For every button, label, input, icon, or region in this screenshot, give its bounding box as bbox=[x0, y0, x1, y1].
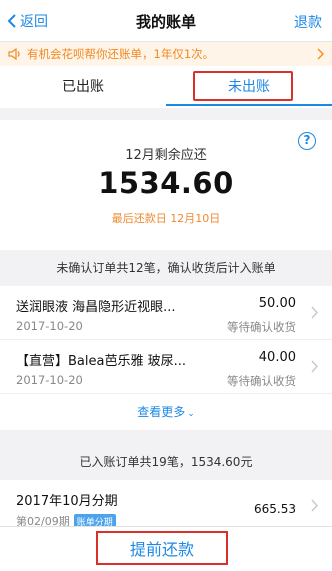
tab-billed-label: 已出账 bbox=[62, 79, 104, 95]
item-date: 2017-10-20 bbox=[16, 373, 83, 387]
active-tab-indicator bbox=[166, 104, 332, 106]
pending-order-list: 送润眼液 海昌隐形近视眼... 2017-10-20 50.00 等待确认收货 … bbox=[0, 286, 332, 430]
item-amount: 40.00 bbox=[258, 350, 296, 365]
bill-tabs: 已出账 未出账 bbox=[0, 66, 332, 108]
installment-amount: 665.53 bbox=[254, 502, 296, 516]
tab-unbilled[interactable]: 未出账 bbox=[166, 66, 332, 108]
chevron-right-icon bbox=[311, 499, 318, 512]
item-name: 送润眼液 海昌隐形近视眼... bbox=[16, 300, 176, 315]
view-more-link[interactable]: 查看更多 ⌄ bbox=[0, 394, 332, 430]
item-date: 2017-10-20 bbox=[16, 319, 83, 333]
list-item[interactable]: 【直营】Balea芭乐雅 玻尿... 2017-10-20 40.00 等待确认… bbox=[0, 340, 332, 394]
due-date: 最后还款日 12月10日 bbox=[111, 212, 221, 225]
tab-billed[interactable]: 已出账 bbox=[0, 66, 166, 108]
page-title: 我的账单 bbox=[135, 13, 196, 31]
item-status: 等待确认收货 bbox=[227, 320, 296, 334]
summary-card: ? 12月剩余应还 1534.60 最后还款日 12月10日 bbox=[0, 120, 332, 250]
pending-section-header: 未确认订单共12笔，确认收货后计入账单 bbox=[0, 250, 332, 286]
view-more-label: 查看更多 bbox=[137, 405, 186, 419]
installment-item[interactable]: 2017年10月分期 第02/09期 账单分期 665.53 bbox=[0, 480, 332, 530]
notice-banner[interactable]: 有机会花呗帮你还账单，1年仅1次。 bbox=[0, 42, 332, 66]
chevron-right-icon bbox=[311, 306, 318, 319]
item-name: 【直营】Balea芭乐雅 玻尿... bbox=[16, 354, 186, 369]
chevron-right-icon bbox=[311, 360, 318, 373]
navigation-bar: 返回 我的账单 退款 bbox=[0, 0, 332, 42]
item-status: 等待确认收货 bbox=[227, 374, 296, 388]
remaining-amount: 1534.60 bbox=[98, 166, 234, 200]
tab-unbilled-label: 未出账 bbox=[228, 79, 270, 95]
chevron-right-icon bbox=[317, 48, 324, 60]
item-amount: 50.00 bbox=[258, 296, 296, 311]
remaining-label: 12月剩余应还 bbox=[125, 148, 207, 163]
speaker-icon bbox=[8, 48, 20, 60]
booked-section-header: 已入账订单共19笔，1534.60元 bbox=[0, 444, 332, 480]
refund-button[interactable]: 退款 bbox=[294, 12, 322, 32]
notice-text: 有机会花呗帮你还账单，1年仅1次。 bbox=[27, 47, 215, 61]
repay-early-button[interactable]: 提前还款 bbox=[96, 531, 228, 565]
list-item[interactable]: 送润眼液 海昌隐形近视眼... 2017-10-20 50.00 等待确认收货 bbox=[0, 286, 332, 340]
bottom-bar: 提前还款 bbox=[0, 526, 332, 571]
chevron-down-icon: ⌄ bbox=[187, 409, 195, 419]
installment-name: 2017年10月分期 bbox=[16, 494, 118, 509]
